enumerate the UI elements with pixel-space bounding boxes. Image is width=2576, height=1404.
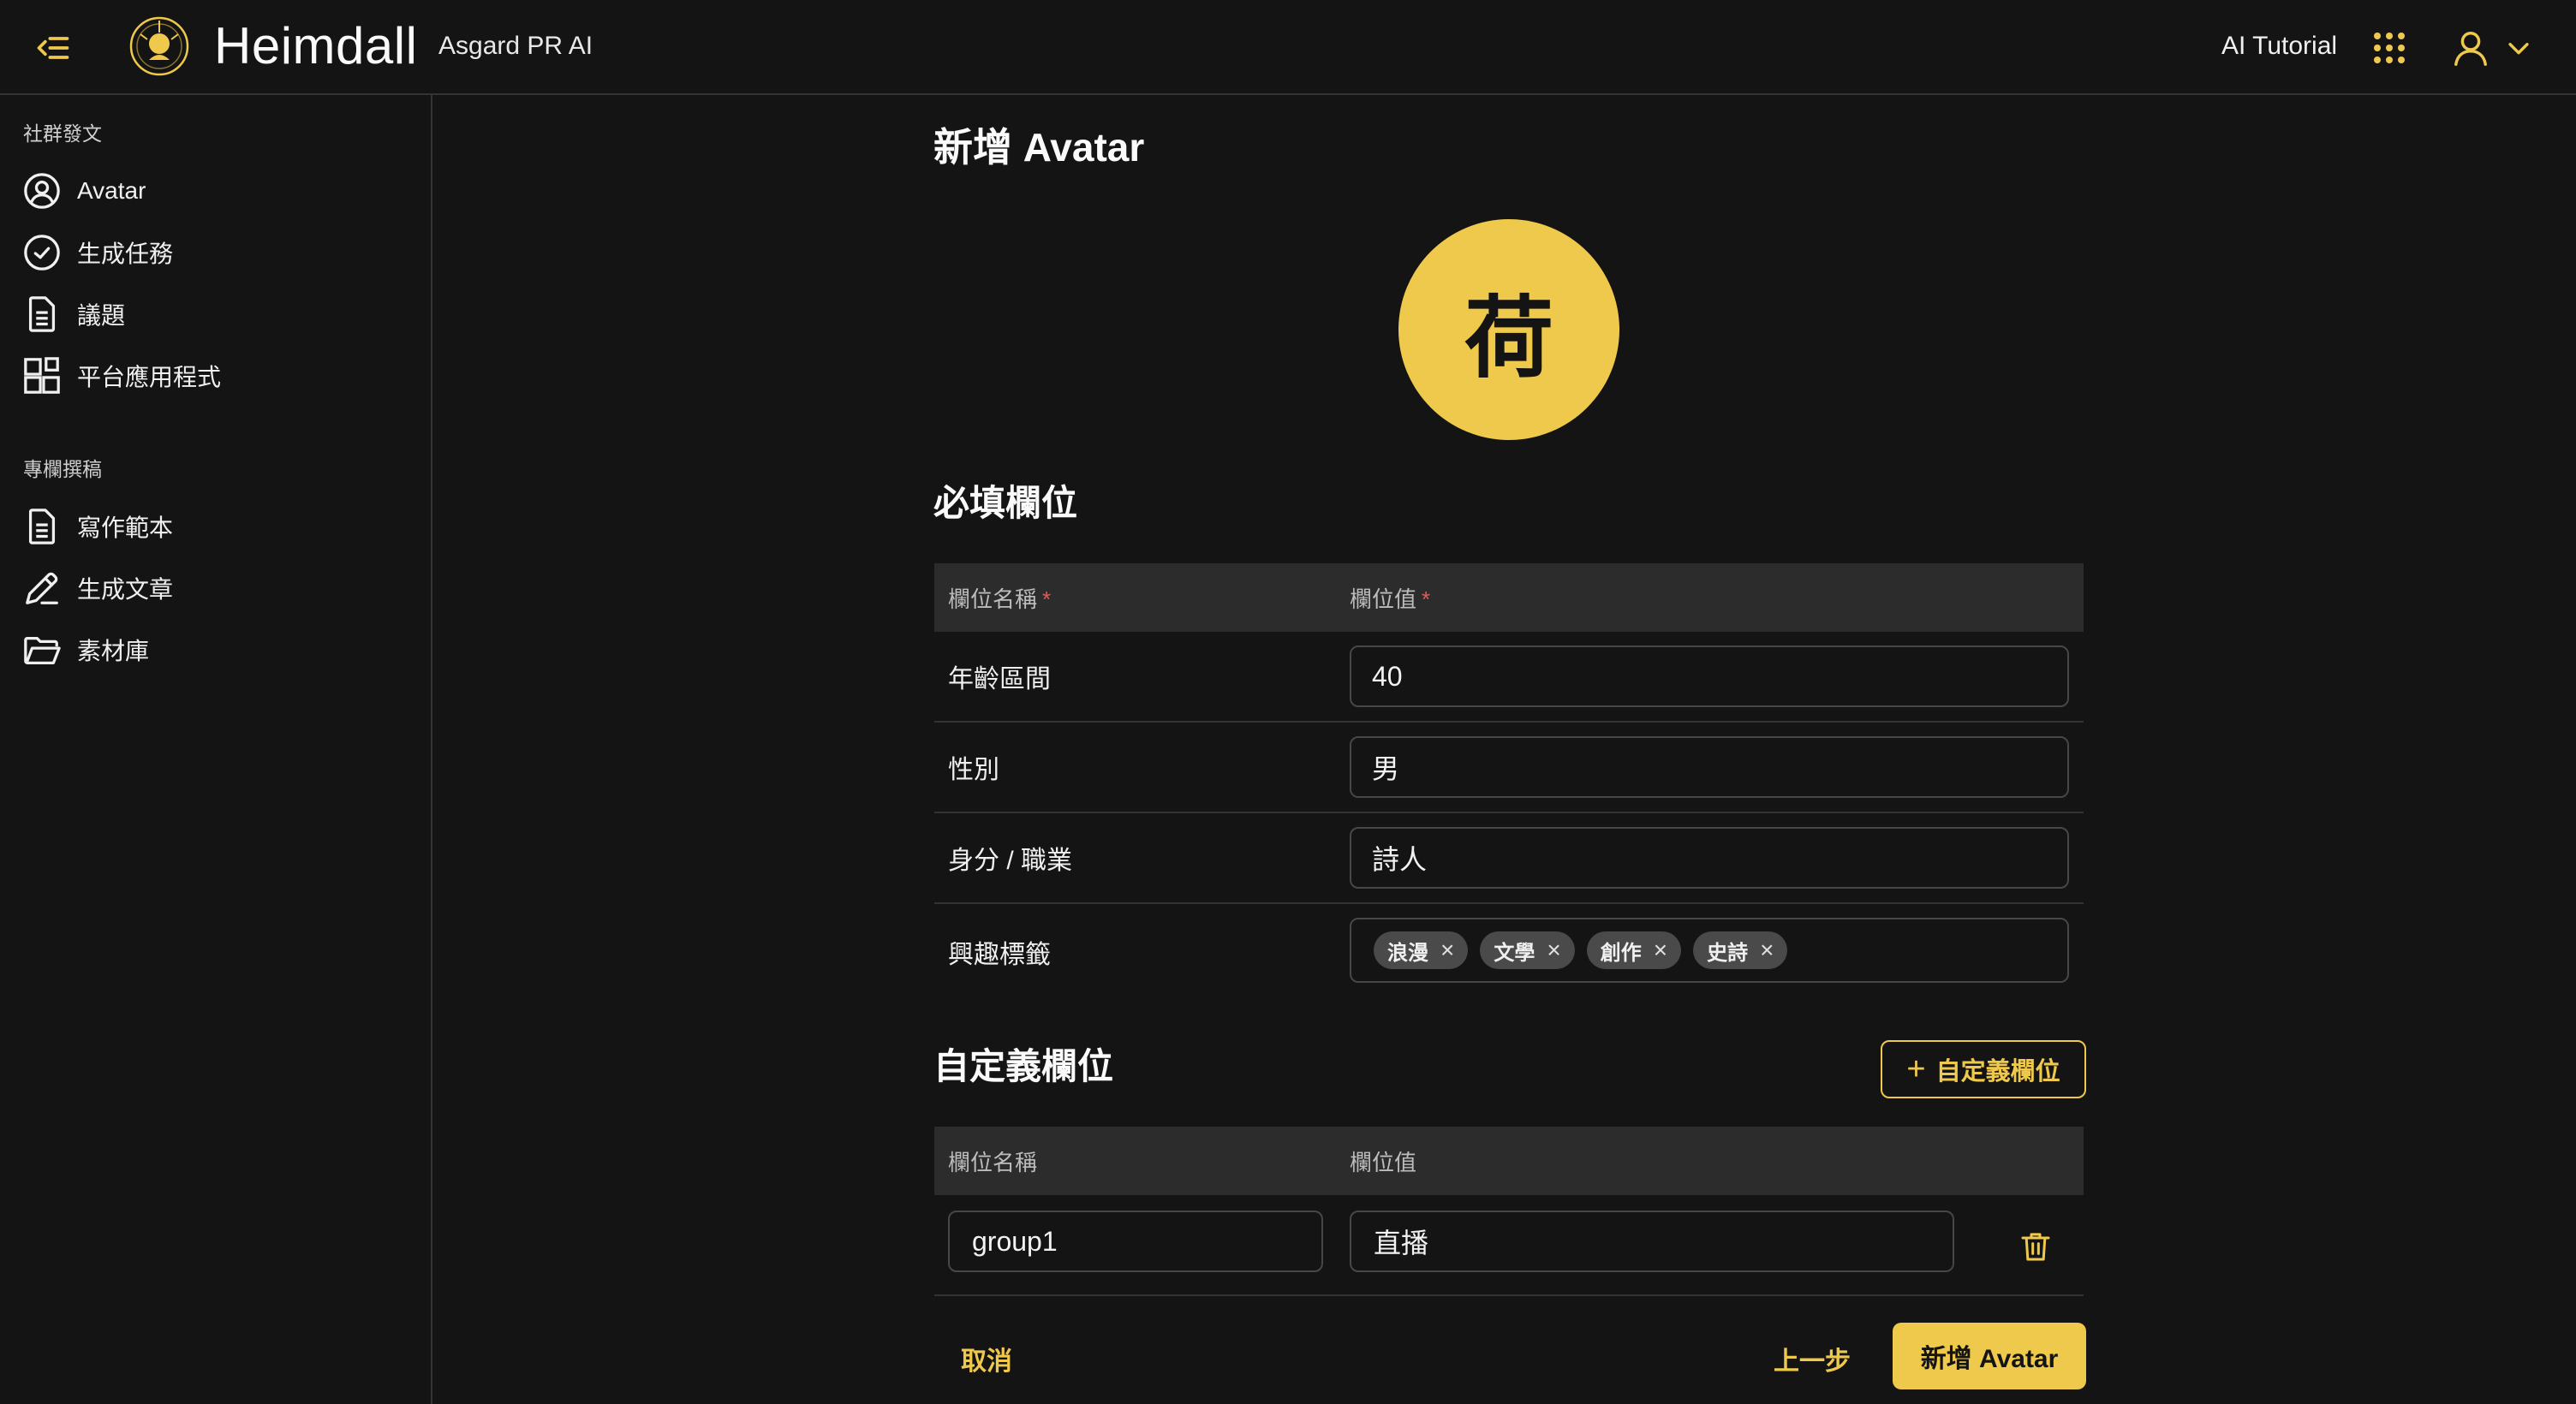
custom-field-value-input[interactable]: 直播: [1350, 1211, 1954, 1272]
required-fields-table: 欄位名稱 * 欄位值 * 年齡區間 40 性別 男 身分 / 職業 詩人 興趣標籤 …: [934, 563, 2084, 998]
user-circle-icon: [21, 170, 63, 212]
cancel-button[interactable]: 取消: [961, 1340, 1012, 1377]
sidebar-section-title: 專欄撰稿: [23, 458, 102, 480]
sidebar-item-label: 寫作範本: [77, 515, 174, 541]
brand-subtitle: Asgard PR AI: [438, 32, 593, 60]
table-header: 欄位名稱 * 欄位值 *: [934, 563, 2084, 632]
required-section-title: 必填欄位: [933, 483, 1078, 523]
gender-input[interactable]: 男: [1350, 736, 2069, 798]
table-row: 興趣標籤 浪漫 × 文學 × 創作 × 史詩 ×: [934, 904, 2084, 998]
field-label-gender: 性別: [948, 756, 999, 784]
field-label-interest-tags: 興趣標籤: [948, 941, 1051, 969]
remove-tag-icon[interactable]: ×: [1547, 937, 1560, 964]
column-header-name: 欄位名稱: [948, 1149, 1038, 1175]
sidebar-item-label: 素材庫: [77, 638, 150, 664]
sidebar-item-writing-templates[interactable]: 寫作範本: [21, 503, 414, 550]
collapse-menu-button[interactable]: [31, 26, 75, 70]
tag-chip: 創作 ×: [1586, 931, 1682, 969]
check-circle-icon: [21, 231, 63, 274]
sidebar-item-label: 平台應用程式: [77, 364, 222, 390]
chevron-down-icon: [2508, 43, 2529, 55]
apps-grid-icon[interactable]: [2372, 31, 2406, 65]
brand-name: Heimdall: [214, 17, 418, 74]
avatar-initial: 荷: [1464, 289, 1553, 389]
ai-tutorial-link[interactable]: AI Tutorial: [2221, 29, 2337, 63]
heimdall-logo-icon: [129, 16, 189, 76]
table-row: group1 直播: [934, 1195, 2084, 1296]
table-row: 年齡區間 40: [934, 632, 2084, 723]
main-content: 新增 Avatar 荷 必填欄位 欄位名稱 * 欄位值 * 年齡區間 40 性別 男…: [434, 96, 2576, 1404]
tag-chip: 史詩 ×: [1693, 931, 1788, 969]
trash-icon[interactable]: [2018, 1229, 2053, 1264]
table-header: 欄位名稱 欄位值: [934, 1127, 2084, 1195]
sidebar-item-label: 生成任務: [77, 241, 174, 267]
column-header-value: 欄位值 *: [1350, 586, 1431, 612]
top-header: Heimdall Asgard PR AI AI Tutorial: [0, 0, 2576, 95]
user-menu-button[interactable]: [2451, 26, 2537, 70]
folder-icon: [21, 628, 63, 671]
page-title: 新增 Avatar: [933, 125, 1145, 170]
tag-chip: 浪漫 ×: [1374, 931, 1469, 969]
field-label-age: 年齡區間: [948, 665, 1051, 693]
create-avatar-button[interactable]: 新增 Avatar: [1893, 1323, 2086, 1389]
age-range-input[interactable]: 40: [1350, 645, 2069, 707]
remove-tag-icon[interactable]: ×: [1440, 937, 1454, 964]
remove-tag-icon[interactable]: ×: [1654, 937, 1667, 964]
column-header-value: 欄位值: [1350, 1149, 1417, 1175]
previous-step-button[interactable]: 上一步: [1774, 1340, 1851, 1377]
tag-chip: 文學 ×: [1480, 931, 1575, 969]
table-row: 身分 / 職業 詩人: [934, 813, 2084, 904]
user-icon: [2454, 32, 2487, 66]
interest-tags-input[interactable]: 浪漫 × 文學 × 創作 × 史詩 ×: [1350, 918, 2069, 983]
table-row: 性別 男: [934, 723, 2084, 813]
sidebar-item-label: 議題: [77, 302, 126, 329]
menu-collapse-icon: [37, 37, 69, 59]
document-icon: [21, 505, 63, 548]
sidebar-section-title: 社群發文: [23, 122, 102, 145]
sidebar-item-generate-article[interactable]: 生成文章: [21, 564, 414, 612]
sidebar-item-tasks[interactable]: 生成任務: [21, 229, 414, 277]
plus-icon: +: [1906, 1051, 1926, 1087]
sidebar: 社群發文 Avatar 生成任務 議題 平台應用程式 專欄撰稿 寫作範本 生成文…: [0, 95, 432, 1404]
custom-section-title: 自定義欄位: [933, 1046, 1114, 1086]
document-icon: [21, 293, 63, 336]
apps-grid-icon: [21, 354, 63, 397]
sidebar-item-asset-library[interactable]: 素材庫: [21, 626, 414, 674]
column-header-name: 欄位名稱 *: [948, 586, 1052, 612]
field-label-occupation: 身分 / 職業: [948, 847, 1073, 875]
sidebar-item-avatar[interactable]: Avatar: [21, 167, 414, 215]
add-custom-field-button[interactable]: + 自定義欄位: [1881, 1040, 2086, 1098]
sidebar-item-topics[interactable]: 議題: [21, 290, 414, 338]
sidebar-item-label: Avatar: [77, 177, 146, 204]
custom-field-name-input[interactable]: group1: [948, 1211, 1323, 1272]
sidebar-item-label: 生成文章: [77, 576, 174, 603]
custom-fields-table: 欄位名稱 欄位值 group1 直播: [934, 1127, 2084, 1296]
occupation-input[interactable]: 詩人: [1350, 827, 2069, 889]
avatar[interactable]: 荷: [1398, 219, 1619, 440]
remove-tag-icon[interactable]: ×: [1760, 937, 1774, 964]
pen-icon: [21, 567, 63, 610]
sidebar-item-platform-apps[interactable]: 平台應用程式: [21, 352, 414, 400]
add-custom-field-label: 自定義欄位: [1935, 1058, 2060, 1086]
